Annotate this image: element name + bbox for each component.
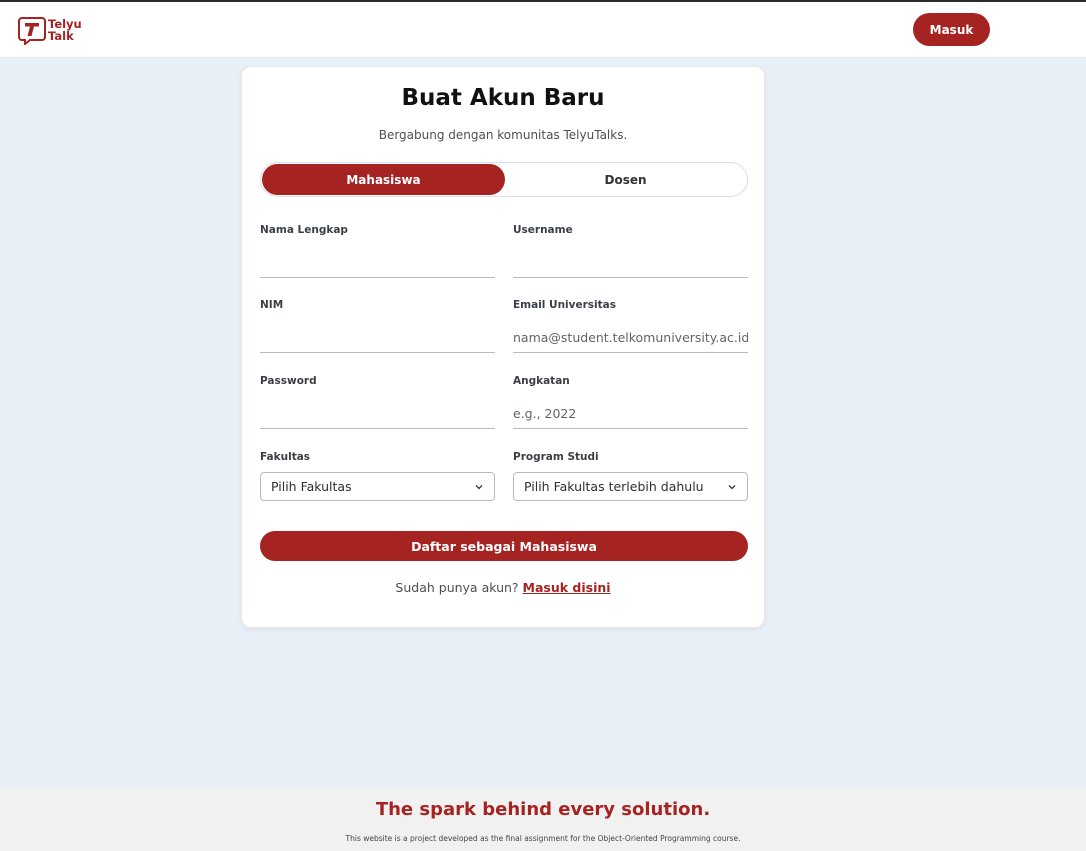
year-label: Angkatan [513, 375, 570, 387]
faculty-label: Fakultas [260, 451, 311, 463]
program-select-value: Pilih Fakultas terlebih dahulu [524, 479, 704, 494]
footer: The spark behind every solution. This we… [0, 786, 1086, 851]
register-submit-button[interactable]: Daftar sebagai Mahasiswa [260, 531, 748, 561]
role-toggle: Mahasiswa Dosen [260, 162, 748, 197]
footer-note: This website is a project developed as t… [345, 834, 741, 843]
full-name-label: Nama Lengkap [260, 224, 348, 236]
chevron-down-icon [728, 485, 736, 490]
login-link[interactable]: Masuk disini [523, 580, 611, 595]
nim-input[interactable] [260, 323, 495, 353]
login-prompt-text: Sudah punya akun? [395, 580, 519, 595]
header-login-button[interactable]: Masuk [913, 13, 990, 46]
email-label: Email Universitas [513, 299, 617, 311]
password-label: Password [260, 375, 317, 387]
faculty-select[interactable]: Pilih Fakultas [260, 472, 495, 501]
navbar: Telyu Talk Masuk [0, 2, 1086, 58]
password-input[interactable] [260, 399, 495, 429]
username-input[interactable] [513, 248, 748, 278]
faculty-select-value: Pilih Fakultas [271, 479, 352, 494]
footer-tagline: The spark behind every solution. [375, 799, 711, 820]
nim-label: NIM [260, 299, 284, 311]
full-name-input[interactable] [260, 248, 495, 278]
register-card: Buat Akun Baru Bergabung dengan komunita… [241, 66, 765, 628]
tab-mahasiswa[interactable]: Mahasiswa [262, 164, 505, 195]
email-input[interactable] [513, 323, 748, 353]
program-label: Program Studi [513, 451, 599, 463]
telyutalk-logo[interactable]: Telyu Talk [18, 15, 82, 45]
page-subtitle: Bergabung dengan komunitas TelyuTalks. [378, 128, 628, 142]
tab-dosen[interactable]: Dosen [504, 164, 747, 195]
logo-wordmark: Telyu Talk [48, 18, 82, 42]
page-title: Buat Akun Baru [401, 85, 605, 111]
username-label: Username [513, 224, 573, 236]
chevron-down-icon [475, 485, 483, 490]
login-prompt: Sudah punya akun? Masuk disini [242, 580, 764, 595]
year-input[interactable] [513, 399, 748, 429]
logo-line-2: Talk [48, 29, 74, 43]
program-select[interactable]: Pilih Fakultas terlebih dahulu [513, 472, 748, 501]
logo-speech-bubble-icon [18, 17, 46, 45]
